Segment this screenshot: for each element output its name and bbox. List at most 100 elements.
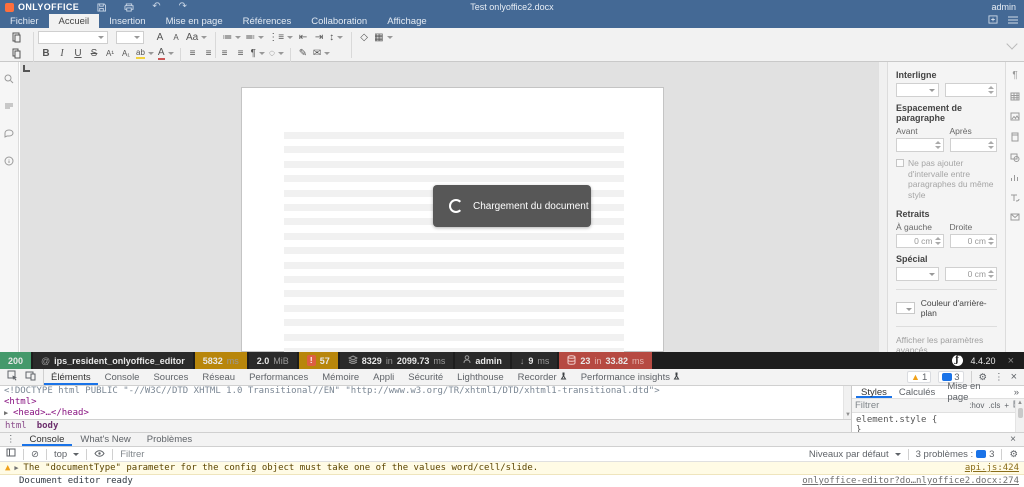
- about-icon[interactable]: [4, 156, 14, 166]
- align-justify-icon[interactable]: ≡: [233, 47, 249, 61]
- table-settings-icon[interactable]: [1010, 92, 1020, 101]
- db-queries-chip[interactable]: 23 in 33.82 ms: [559, 352, 652, 369]
- increase-font-icon[interactable]: A: [152, 31, 168, 45]
- memory-chip[interactable]: 2.0 MiB: [248, 352, 297, 369]
- line-spacing-icon[interactable]: ↕: [327, 31, 345, 45]
- warnings-badge[interactable]: ▲ 1: [907, 371, 932, 383]
- chart-settings-icon[interactable]: [1010, 173, 1020, 182]
- align-left-icon[interactable]: ≡: [185, 47, 201, 61]
- print-icon[interactable]: [124, 2, 134, 12]
- indent-right-spinner[interactable]: 0 cm: [949, 233, 997, 248]
- devtools-tab-lighthouse[interactable]: Lighthouse: [450, 369, 510, 385]
- line-spacing-select[interactable]: [896, 83, 939, 97]
- decrease-font-icon[interactable]: A: [168, 31, 184, 45]
- devtools-tab-elements[interactable]: Éléments: [44, 369, 98, 385]
- device-toolbar-icon[interactable]: [25, 371, 36, 384]
- search-icon[interactable]: [4, 74, 14, 84]
- collapse-toolbar-icon[interactable]: [1006, 38, 1018, 50]
- console-sidebar-icon[interactable]: [6, 448, 16, 460]
- open-file-location-icon[interactable]: [988, 15, 998, 27]
- drawer-tab-problems[interactable]: Problèmes: [139, 433, 200, 446]
- styles-scrollbar[interactable]: ▲: [1015, 400, 1024, 432]
- html-open-tag[interactable]: <html>: [0, 397, 843, 408]
- underline-icon[interactable]: U: [70, 47, 86, 61]
- breadcrumb-html[interactable]: html: [5, 421, 27, 431]
- tab-affichage[interactable]: Affichage: [377, 14, 436, 28]
- live-expression-eye-icon[interactable]: [94, 449, 105, 460]
- tab-fichier[interactable]: Fichier: [0, 14, 49, 28]
- numbered-list-icon[interactable]: ≕: [243, 31, 266, 45]
- font-name-select[interactable]: [38, 31, 108, 44]
- element-style-rule[interactable]: element.style {: [856, 415, 1024, 425]
- devtools-tab-performance-insights[interactable]: Performance insights: [574, 369, 687, 385]
- special-select[interactable]: [896, 266, 939, 281]
- drawer-tab-console[interactable]: Console: [22, 433, 73, 446]
- status-code-chip[interactable]: 200: [0, 352, 32, 369]
- console-issues-link[interactable]: 3 problèmes :3: [916, 449, 995, 460]
- devtools-tab-recorder[interactable]: Recorder: [511, 369, 574, 385]
- tab-references[interactable]: Références: [233, 14, 302, 28]
- special-value-spinner[interactable]: 0 cm: [944, 266, 997, 281]
- clear-style-icon[interactable]: ◇: [356, 31, 372, 45]
- bullet-list-icon[interactable]: ≔: [220, 31, 243, 45]
- increase-indent-icon[interactable]: ⇥: [311, 31, 327, 45]
- copy-style-icon[interactable]: ✎: [295, 47, 311, 61]
- change-case-icon[interactable]: Aa: [184, 31, 209, 45]
- spacing-after-spinner[interactable]: [949, 138, 997, 152]
- tab-collaboration[interactable]: Collaboration: [301, 14, 377, 28]
- canvas-scrollbar[interactable]: [878, 62, 887, 352]
- shape-settings-icon[interactable]: [1010, 153, 1020, 162]
- align-right-icon[interactable]: ≡: [217, 47, 233, 61]
- more-tabs-icon[interactable]: »: [1009, 386, 1024, 398]
- image-settings-icon[interactable]: [1010, 112, 1020, 121]
- request-time-chip[interactable]: 5832 ms: [194, 352, 247, 369]
- layout-tab[interactable]: Mise en page: [942, 381, 1006, 403]
- inspect-element-icon[interactable]: [7, 370, 18, 384]
- copy-icon[interactable]: [8, 47, 24, 61]
- drawer-tab-whats-new[interactable]: What's New: [72, 433, 138, 446]
- indent-left-spinner[interactable]: 0 cm: [896, 233, 944, 248]
- devtools-close-icon[interactable]: ×: [1011, 371, 1017, 383]
- no-interval-checkbox[interactable]: Ne pas ajouter d'intervalle entre paragr…: [896, 158, 997, 201]
- multilevel-list-icon[interactable]: ⋮≡: [266, 31, 295, 45]
- mailmerge-icon[interactable]: ✉: [311, 47, 332, 61]
- warnings-chip[interactable]: ! 57: [298, 352, 338, 369]
- spacing-before-spinner[interactable]: [896, 138, 944, 152]
- devtools-tab-application[interactable]: Appli: [366, 369, 401, 385]
- hov-toggle[interactable]: :hov: [969, 401, 984, 410]
- table-fill-icon[interactable]: ▦: [372, 31, 394, 45]
- styles-tab[interactable]: Styles: [856, 386, 892, 398]
- highlight-color-icon[interactable]: ab: [134, 47, 156, 61]
- feedback-icon[interactable]: [4, 129, 14, 138]
- save-icon[interactable]: [97, 2, 107, 12]
- console-filter-input[interactable]: Filtrer: [120, 449, 802, 460]
- tab-insertion[interactable]: Insertion: [99, 14, 155, 28]
- paragraph-settings-icon[interactable]: ¶: [1012, 70, 1017, 81]
- expand-warning-icon[interactable]: ▶: [14, 464, 23, 472]
- italic-icon[interactable]: I: [54, 47, 70, 61]
- tab-mise-en-page[interactable]: Mise en page: [156, 14, 233, 28]
- queries-chip[interactable]: 8329 in 2099.73 ms: [339, 352, 454, 369]
- nonprinting-chars-icon[interactable]: ¶: [249, 47, 267, 61]
- mailmerge-settings-icon[interactable]: [1010, 213, 1020, 221]
- console-log-row[interactable]: Document editor ready onlyoffice-editor?…: [0, 475, 1024, 487]
- strikeout-icon[interactable]: S: [86, 47, 102, 61]
- breadcrumb-body[interactable]: body: [37, 421, 59, 431]
- textart-settings-icon[interactable]: [1010, 193, 1020, 202]
- redo-icon[interactable]: ↷: [179, 0, 187, 14]
- document-canvas[interactable]: Chargement du document: [20, 62, 887, 352]
- doctype-line[interactable]: <!DOCTYPE html PUBLIC "-//W3C//DTD XHTML…: [0, 386, 843, 397]
- log-source-link[interactable]: onlyoffice-editor?do…nlyoffice2.docx:274: [802, 476, 1019, 486]
- computed-tab[interactable]: Calculés: [894, 386, 940, 398]
- clear-console-icon[interactable]: ⊘: [31, 449, 39, 460]
- drawer-close-icon[interactable]: ×: [1010, 434, 1024, 445]
- devtools-tab-performance[interactable]: Performances: [242, 369, 315, 385]
- paste-icon[interactable]: [8, 31, 24, 45]
- console-settings-icon[interactable]: ⚙: [1009, 449, 1018, 460]
- font-size-select[interactable]: [116, 31, 144, 44]
- user-chip[interactable]: admin: [455, 352, 510, 369]
- bold-icon[interactable]: B: [38, 47, 54, 61]
- undo-icon[interactable]: ↶: [152, 0, 160, 14]
- console-context-select[interactable]: top: [54, 449, 80, 460]
- console-levels-select[interactable]: Niveaux par défaut: [809, 449, 901, 460]
